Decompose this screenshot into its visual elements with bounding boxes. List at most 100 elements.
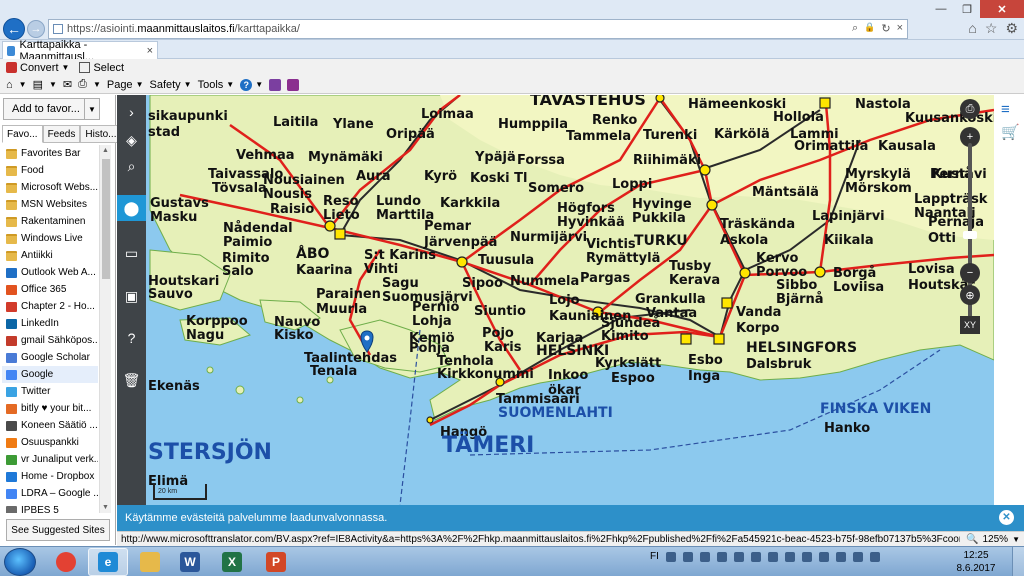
clock[interactable]: 12:25 8.6.2017 — [950, 549, 1002, 575]
powerpoint-taskbar-app[interactable]: P — [256, 548, 296, 576]
favorite-item[interactable]: vr Junaliput verk... — [2, 451, 98, 468]
tab-karttapaikka[interactable]: Karttapaikka - Maanmittausl... × — [2, 39, 158, 63]
locate-me-button[interactable]: ⊕ — [960, 285, 980, 305]
maximize-button[interactable]: ❐ — [954, 0, 980, 18]
favorites-tab-1[interactable]: Feeds — [42, 125, 81, 143]
map-view[interactable]: .town { font-family: "DejaVu Sans", sans… — [117, 95, 994, 505]
address-bar[interactable]: https://asiointi. maanmittauslaitos.fi/ka… — [48, 19, 908, 39]
onenote-icon[interactable] — [269, 78, 282, 91]
update-tray-icon[interactable] — [750, 551, 761, 562]
ie-taskbar-app[interactable]: e — [88, 548, 128, 576]
minimize-button[interactable]: — — [928, 0, 954, 18]
battery-tray-icon[interactable] — [852, 551, 863, 562]
antivirus-tray-icon[interactable] — [699, 551, 710, 562]
favorite-item[interactable]: Rakentaminen — [2, 213, 98, 230]
forward-button[interactable]: → — [27, 20, 45, 38]
scroll-down-icon[interactable]: ▼ — [102, 504, 109, 511]
home-small-icon[interactable]: ⌂ — [6, 79, 13, 91]
zoom-level-control[interactable]: 🔍 125% ▼ — [960, 532, 1020, 546]
favorite-item[interactable]: MSN Websites — [2, 196, 98, 213]
language-indicator[interactable]: FI — [650, 551, 659, 562]
security-tray-icon[interactable] — [801, 551, 812, 562]
flag-tray-icon[interactable] — [818, 551, 829, 562]
favorites-scrollbar[interactable]: ▲ ▼ — [99, 145, 111, 513]
favorite-item[interactable]: Google Scholar — [2, 349, 98, 366]
tools-menu[interactable]: Tools ▼ — [198, 79, 235, 91]
favorite-item[interactable]: Outlook Web A... — [2, 264, 98, 281]
tab-close-button[interactable]: × — [147, 45, 153, 57]
expand-panel-button[interactable]: › — [117, 99, 146, 125]
cookie-close-button[interactable]: ✕ — [999, 510, 1014, 525]
scroll-up-icon[interactable]: ▲ — [102, 147, 109, 154]
feeds-icon[interactable]: ▤ — [33, 78, 43, 91]
lock-icon[interactable]: 🔒 — [864, 22, 875, 35]
place-marker-button[interactable]: ⬤ — [117, 195, 146, 221]
skype-tray-icon[interactable] — [716, 551, 727, 562]
favorite-item[interactable]: LinkedIn — [2, 315, 98, 332]
onedrive-tray-icon[interactable] — [682, 551, 693, 562]
favorite-item[interactable]: Koneen Säätiö ... — [2, 417, 98, 434]
print-map-button[interactable]: ▣ — [117, 283, 146, 309]
favorite-item[interactable]: Home - Dropbox — [2, 468, 98, 485]
favorite-item[interactable]: Windows Live — [2, 230, 98, 247]
bluetooth-tray-icon[interactable] — [733, 551, 744, 562]
see-suggested-sites-button[interactable]: See Suggested Sites — [6, 519, 110, 541]
start-button[interactable] — [4, 548, 36, 576]
chevron-down-icon[interactable]: ▼ — [93, 80, 101, 89]
zoom-slider-handle[interactable] — [963, 231, 977, 239]
stop-icon[interactable]: × — [897, 22, 903, 35]
chevron-down-icon[interactable]: ▼ — [49, 80, 57, 89]
chevron-down-icon[interactable]: ▼ — [19, 80, 27, 89]
cart-icon[interactable]: 🛒 — [1001, 123, 1020, 141]
word-taskbar-app[interactable]: W — [170, 548, 210, 576]
favorites-star-icon[interactable]: ☆ — [985, 20, 998, 37]
back-button[interactable]: ← — [3, 18, 25, 40]
convert-button[interactable]: Convert ▼ — [6, 62, 69, 74]
favorite-item[interactable]: Favorites Bar — [2, 145, 98, 162]
add-favorites-dropdown[interactable]: ▼ — [84, 98, 100, 120]
volume-tray-icon[interactable] — [869, 551, 880, 562]
explorer-taskbar-app[interactable] — [130, 548, 170, 576]
mail-icon[interactable]: ✉ — [63, 78, 72, 91]
favorites-tab-0[interactable]: Favo... — [2, 125, 43, 143]
favorite-item[interactable]: bitly ♥ your bit... — [2, 400, 98, 417]
favorite-item[interactable]: IPBES 5 — [2, 502, 98, 513]
favorite-item[interactable]: Google — [2, 366, 98, 383]
address-search-icon[interactable]: ⌕ — [852, 22, 858, 35]
layers-button[interactable]: ◈ — [117, 127, 146, 153]
delete-button[interactable]: 🗑 — [117, 367, 146, 393]
favorites-tab-2[interactable]: Histo... — [80, 125, 122, 143]
refresh-icon[interactable]: ↻ — [881, 22, 890, 35]
window-close-button[interactable]: ✕ — [980, 0, 1024, 18]
coordinates-button[interactable]: XY — [960, 316, 980, 334]
network-tray-icon[interactable] — [835, 551, 846, 562]
print-map-icon[interactable]: ⎙ — [960, 99, 980, 119]
favorite-item[interactable]: Chapter 2 - Ho... — [2, 298, 98, 315]
excel-taskbar-app[interactable]: X — [212, 548, 252, 576]
chrome-tray-icon[interactable] — [767, 551, 778, 562]
menu-icon[interactable]: ≡ — [1001, 101, 1010, 118]
favorite-item[interactable]: Twitter — [2, 383, 98, 400]
measure-button[interactable]: ▭ — [117, 240, 146, 266]
zoom-out-button[interactable]: − — [960, 263, 980, 283]
favorite-item[interactable]: Microsoft Webs... — [2, 179, 98, 196]
help-menu[interactable]: ? ▼ — [240, 78, 263, 91]
favorite-item[interactable]: gmail Sähköpos... — [2, 332, 98, 349]
favorite-item[interactable]: LDRA – Google ... — [2, 485, 98, 502]
favorite-item[interactable]: Food — [2, 162, 98, 179]
safety-menu[interactable]: Safety ▼ — [149, 79, 191, 91]
map-canvas[interactable]: .town { font-family: "DejaVu Sans", sans… — [117, 95, 994, 505]
home-icon[interactable]: ⌂ — [968, 20, 976, 37]
settings-gear-icon[interactable]: ⚙ — [1005, 20, 1018, 37]
print-icon[interactable]: ⎙ — [78, 78, 87, 91]
search-button[interactable]: ⌕ — [117, 153, 146, 179]
page-menu[interactable]: Page ▼ — [107, 79, 144, 91]
select-button[interactable]: Select — [79, 62, 124, 74]
favorite-item[interactable]: Office 365 — [2, 281, 98, 298]
help-tool-button[interactable]: ? — [117, 325, 146, 351]
favorite-item[interactable]: Antiikki — [2, 247, 98, 264]
favorite-item[interactable]: Osuuspankki — [2, 434, 98, 451]
chrome-taskbar-app[interactable] — [46, 548, 86, 576]
research-icon[interactable] — [287, 78, 300, 91]
scroll-thumb[interactable] — [102, 159, 110, 279]
